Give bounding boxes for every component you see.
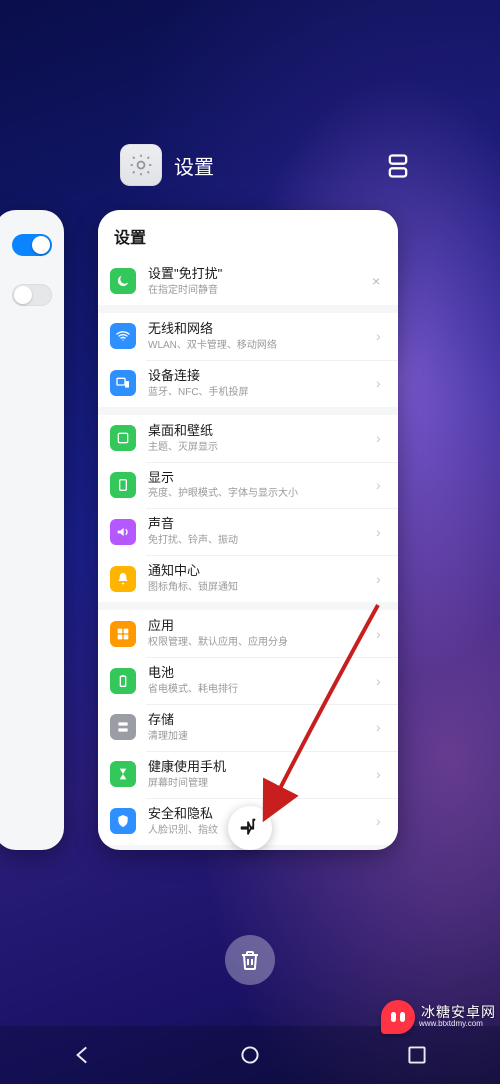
- promo-sub: 在指定时间静音: [148, 284, 372, 297]
- nav-home-button[interactable]: [237, 1042, 263, 1068]
- wifi-icon: [110, 323, 136, 349]
- chevron-right-icon: ›: [376, 719, 388, 735]
- display-icon: [110, 472, 136, 498]
- row-title: 声音: [148, 516, 376, 533]
- row-sub: 清理加速: [148, 730, 376, 743]
- row-sub: 屏幕时间管理: [148, 777, 376, 790]
- gear-icon: [128, 152, 154, 178]
- row-sub: 免打扰、铃声、振动: [148, 534, 376, 547]
- row-title: 显示: [148, 470, 376, 487]
- watermark-url: www.btxtdmy.com: [419, 1020, 496, 1029]
- watermark-logo-icon: [381, 1000, 415, 1034]
- row-notifications[interactable]: 通知中心 图标角标、锁屏通知 ›: [98, 555, 398, 602]
- row-storage[interactable]: 存储 清理加速 ›: [98, 704, 398, 751]
- nav-back-button[interactable]: [70, 1042, 96, 1068]
- promo-close-button[interactable]: ×: [372, 273, 388, 289]
- watermark-brand: 冰糖安卓网: [421, 1005, 496, 1020]
- row-title: 应用: [148, 618, 376, 635]
- settings-card-title: 设置: [98, 210, 398, 258]
- watermark: 冰糖安卓网 www.btxtdmy.com: [381, 1000, 500, 1034]
- row-apps[interactable]: 应用 权限管理、默认应用、应用分身 ›: [98, 610, 398, 657]
- system-navbar: [0, 1026, 500, 1084]
- row-sub: 省电模式、耗电排行: [148, 683, 376, 696]
- chevron-right-icon: ›: [376, 813, 388, 829]
- pin-icon: [239, 817, 261, 839]
- row-home-wallpaper[interactable]: 桌面和壁纸 主题、灭屏显示 ›: [98, 415, 398, 462]
- chevron-right-icon: ›: [376, 477, 388, 493]
- row-battery[interactable]: 电池 省电模式、耗电排行 ›: [98, 657, 398, 704]
- toggle-off[interactable]: [12, 284, 52, 306]
- row-sub: WLAN、双卡管理、移动网络: [148, 339, 376, 352]
- chevron-right-icon: ›: [376, 626, 388, 642]
- bell-icon: [110, 566, 136, 592]
- row-title: 电池: [148, 665, 376, 682]
- row-title: 设备连接: [148, 368, 376, 385]
- trash-icon: [238, 948, 262, 972]
- row-sound[interactable]: 声音 免打扰、铃声、振动 ›: [98, 508, 398, 555]
- row-wireless[interactable]: 无线和网络 WLAN、双卡管理、移动网络 ›: [98, 313, 398, 360]
- storage-icon: [110, 714, 136, 740]
- home-icon: [110, 425, 136, 451]
- shield-icon: [110, 808, 136, 834]
- chevron-right-icon: ›: [376, 673, 388, 689]
- row-title: 健康使用手机: [148, 759, 376, 776]
- recent-card-settings[interactable]: 设置 设置"免打扰" 在指定时间静音 × 无线和网络 WLAN、双卡管理、移动网…: [98, 210, 398, 850]
- devices-icon: [110, 370, 136, 396]
- chevron-right-icon: ›: [376, 375, 388, 391]
- chevron-right-icon: ›: [376, 766, 388, 782]
- chevron-right-icon: ›: [376, 430, 388, 446]
- recent-card-previous[interactable]: [0, 210, 64, 850]
- row-device-connect[interactable]: 设备连接 蓝牙、NFC、手机投屏 ›: [98, 360, 398, 407]
- promo-title: 设置"免打扰": [148, 266, 372, 283]
- layout-toggle-button[interactable]: [384, 152, 412, 180]
- moon-icon: [110, 268, 136, 294]
- toggle-on[interactable]: [12, 234, 52, 256]
- layout-icon: [384, 152, 412, 180]
- row-sub: 图标角标、锁屏通知: [148, 581, 376, 594]
- row-title: 无线和网络: [148, 321, 376, 338]
- chevron-right-icon: ›: [376, 524, 388, 540]
- apps-icon: [110, 621, 136, 647]
- hourglass-icon: [110, 761, 136, 787]
- pin-app-button[interactable]: [228, 806, 272, 850]
- row-sub: 亮度、护眼模式、字体与显示大小: [148, 487, 376, 500]
- row-sub: 权限管理、默认应用、应用分身: [148, 636, 376, 649]
- promo-dnd-row[interactable]: 设置"免打扰" 在指定时间静音 ×: [98, 258, 398, 305]
- row-display[interactable]: 显示 亮度、护眼模式、字体与显示大小 ›: [98, 462, 398, 509]
- chevron-right-icon: ›: [376, 571, 388, 587]
- row-title: 存储: [148, 712, 376, 729]
- battery-icon: [110, 668, 136, 694]
- recent-app-title: 设置: [174, 151, 214, 180]
- row-title: 通知中心: [148, 563, 376, 580]
- app-icon: [120, 144, 162, 186]
- row-digital-wellbeing[interactable]: 健康使用手机 屏幕时间管理 ›: [98, 751, 398, 798]
- nav-recent-button[interactable]: [404, 1042, 430, 1068]
- row-sub: 主题、灭屏显示: [148, 441, 376, 454]
- sound-icon: [110, 519, 136, 545]
- chevron-right-icon: ›: [376, 328, 388, 344]
- row-title: 桌面和壁纸: [148, 423, 376, 440]
- row-sub: 蓝牙、NFC、手机投屏: [148, 386, 376, 399]
- clear-all-button[interactable]: [225, 935, 275, 985]
